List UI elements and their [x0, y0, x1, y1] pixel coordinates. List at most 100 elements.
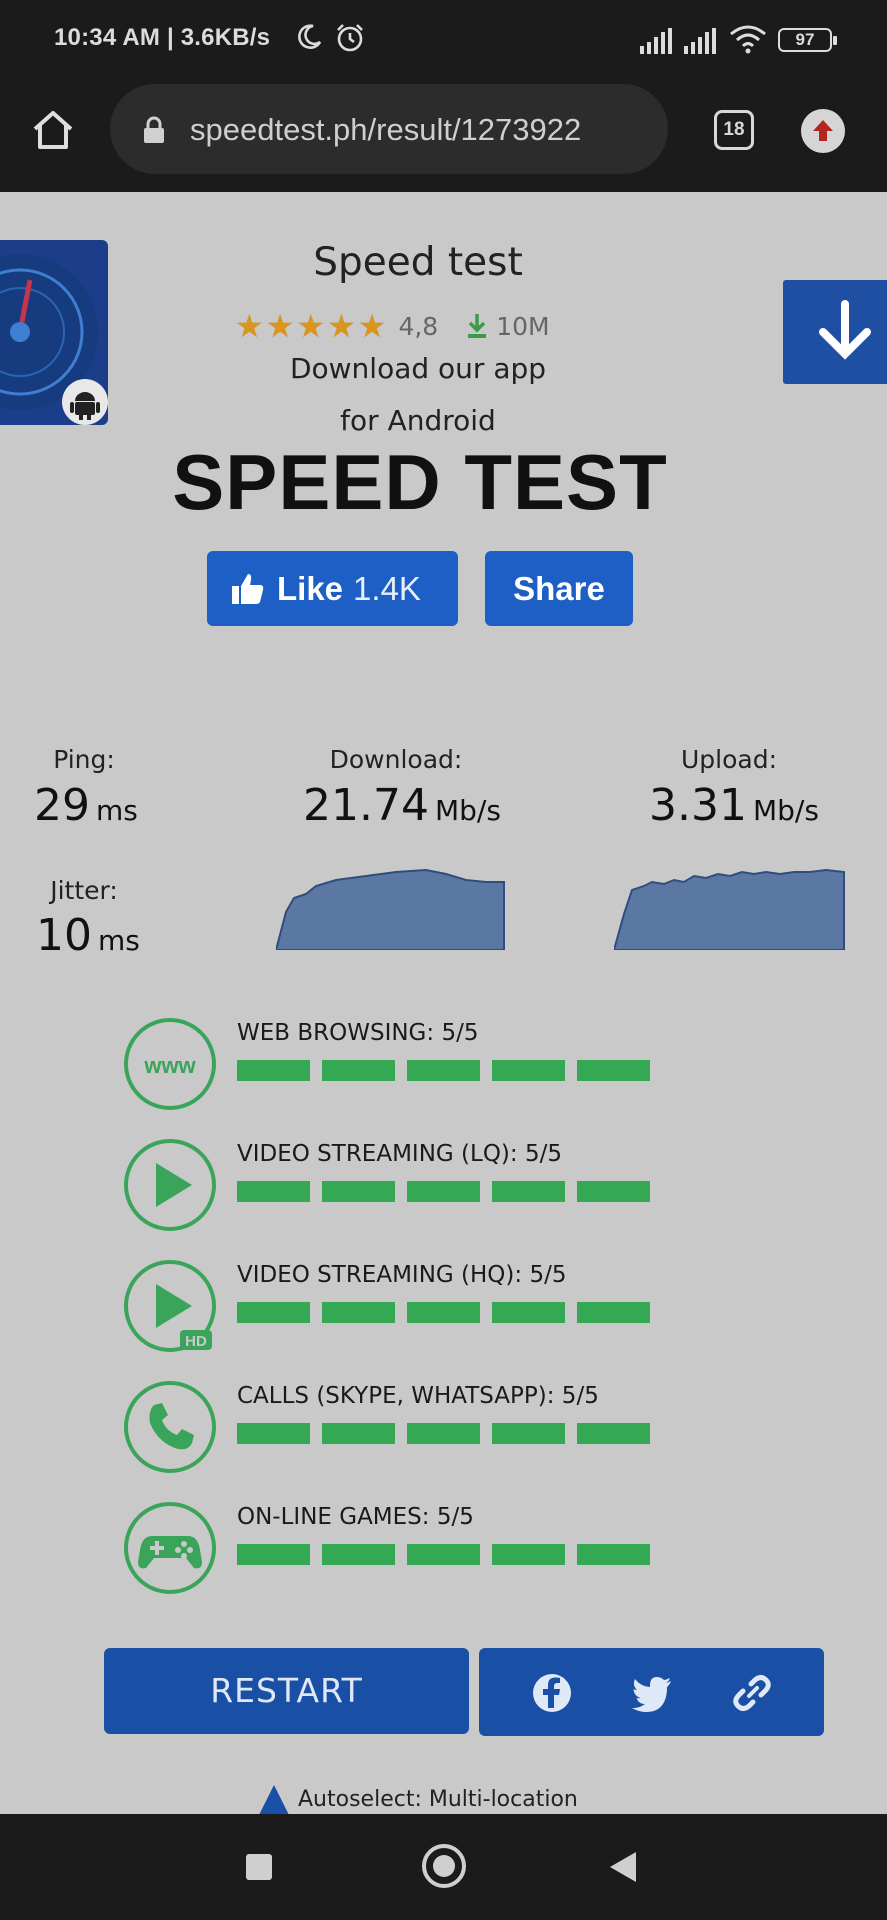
status-bar: 10:34 AM | 3.6KB/s 97: [0, 0, 887, 82]
update-button[interactable]: [801, 109, 845, 153]
system-nav-bar: [0, 1814, 887, 1920]
play-hd-icon: HD: [124, 1260, 216, 1352]
like-label: Like: [277, 569, 344, 607]
download-unit: Mb/s: [434, 794, 501, 827]
alarm-icon: [337, 24, 363, 52]
quality-bar: [237, 1544, 310, 1565]
app-thumbnail[interactable]: [0, 240, 108, 425]
browser-toolbar: speedtest.ph/result/1273922 18: [0, 82, 887, 192]
quality-bar: [407, 1181, 480, 1202]
ping-label: Ping:: [53, 745, 115, 774]
server-selector[interactable]: Autoselect: Multi-location: [258, 1782, 578, 1816]
ping-unit: ms: [96, 794, 138, 827]
page-title: SPEED TEST: [172, 438, 668, 526]
share-button[interactable]: Share: [485, 551, 633, 626]
banner-title: Speed test: [313, 240, 523, 285]
twitter-icon[interactable]: [631, 1672, 673, 1714]
server-selector-label: Autoselect: Multi-location: [298, 1786, 578, 1812]
home-button[interactable]: [422, 1844, 466, 1888]
quality-bar: [577, 1423, 650, 1444]
download-label: Download:: [329, 745, 463, 774]
quality-bars: [237, 1302, 650, 1323]
server-triangle-icon: [259, 1785, 289, 1815]
star-icon: ★ ★: [327, 307, 358, 345]
banner-cta-line2[interactable]: for Android: [190, 404, 646, 437]
quality-video-hq: HD VIDEO STREAMING (HQ): 5/5: [124, 1260, 684, 1360]
signal-icon: [684, 28, 716, 54]
signal-icon: [640, 28, 672, 54]
download-count-icon: [468, 314, 487, 338]
jitter-label: Jitter:: [50, 876, 118, 905]
link-icon[interactable]: [731, 1672, 773, 1714]
quality-bar: [322, 1060, 395, 1081]
restart-button[interactable]: RESTART: [104, 1648, 469, 1734]
star-icon: ★ ★: [357, 307, 389, 345]
quality-bar: [322, 1181, 395, 1202]
upload-unit: Mb/s: [752, 794, 819, 827]
url-text: speedtest.ph/result/1273922: [190, 112, 582, 147]
quality-bar: [492, 1302, 565, 1323]
quality-bar: [577, 1544, 650, 1565]
banner-cta-line1[interactable]: Download our app: [190, 352, 646, 385]
svg-text:HD: HD: [185, 1333, 207, 1350]
quality-bar: [322, 1544, 395, 1565]
jitter-value: 10 ms: [36, 910, 140, 961]
play-icon: [124, 1139, 216, 1231]
star-icon: ★ ★: [235, 307, 266, 345]
rating-value: 4,8: [398, 311, 439, 341]
quality-bar: [407, 1544, 480, 1565]
star-icon: ★ ★: [265, 307, 297, 345]
jitter-unit: ms: [98, 924, 140, 957]
svg-text:www: www: [143, 1053, 196, 1078]
facebook-icon[interactable]: [531, 1672, 573, 1714]
thumbs-up-icon: [232, 573, 264, 604]
arrow-up-icon: [813, 120, 833, 141]
star-rating-icon: ★ ★ ★ ★ ★ ★ ★ ★ ★ ★: [235, 307, 388, 345]
quality-calls: CALLS (SKYPE, WHATSAPP): 5/5: [124, 1381, 684, 1481]
quality-video-lq: VIDEO STREAMING (LQ): 5/5: [124, 1139, 684, 1239]
download-graph: [276, 868, 505, 950]
upload-label: Upload:: [680, 745, 778, 774]
tabs-button[interactable]: 18: [714, 110, 754, 150]
quality-bar: [492, 1060, 565, 1081]
quality-label: VIDEO STREAMING (HQ): 5/5: [237, 1262, 567, 1288]
url-field[interactable]: speedtest.ph/result/1273922: [110, 84, 668, 174]
download-value: 21.74 Mb/s: [303, 780, 501, 831]
quality-bar: [322, 1423, 395, 1444]
quality-web-browsing: www WEB BROWSING: 5/5: [124, 1018, 684, 1118]
arrow-down-icon: [819, 300, 871, 360]
app-rating: ★ ★ ★ ★ ★ ★ ★ ★ ★ ★ 4,8 10M: [235, 306, 550, 346]
quality-label: CALLS (SKYPE, WHATSAPP): 5/5: [237, 1383, 599, 1409]
share-result-bar: [479, 1648, 824, 1736]
quality-bar: [237, 1423, 310, 1444]
gamepad-icon: [124, 1502, 216, 1594]
home-icon[interactable]: [30, 107, 76, 153]
upload-value: 3.31 Mb/s: [649, 780, 819, 831]
quality-bar: [407, 1060, 480, 1081]
quality-bar: [577, 1060, 650, 1081]
app-download-button[interactable]: [783, 280, 887, 384]
quality-bar: [577, 1302, 650, 1323]
quality-bar: [577, 1181, 650, 1202]
www-icon: www: [124, 1018, 216, 1110]
quality-bar: [237, 1302, 310, 1323]
quality-bars: [237, 1181, 650, 1202]
star-icon: ★ ★: [296, 307, 328, 345]
quality-label: WEB BROWSING: 5/5: [237, 1020, 479, 1046]
phone-icon: [124, 1381, 216, 1473]
upload-number: 3.31: [649, 780, 747, 831]
quality-bars: [237, 1544, 650, 1565]
download-number: 21.74: [303, 780, 429, 831]
quality-label: ON-LINE GAMES: 5/5: [237, 1504, 474, 1530]
quality-label: VIDEO STREAMING (LQ): 5/5: [237, 1141, 562, 1167]
wifi-icon: [730, 25, 766, 54]
ping-number: 29: [34, 780, 90, 831]
back-button[interactable]: [610, 1852, 636, 1882]
android-icon: [62, 379, 108, 425]
status-time: 10:34 AM | 3.6KB/s: [54, 24, 271, 51]
like-button[interactable]: Like 1.4K: [207, 551, 458, 626]
quality-bar: [492, 1544, 565, 1565]
recents-button[interactable]: [246, 1854, 272, 1880]
battery-icon: 97: [778, 28, 837, 52]
jitter-number: 10: [36, 910, 92, 961]
